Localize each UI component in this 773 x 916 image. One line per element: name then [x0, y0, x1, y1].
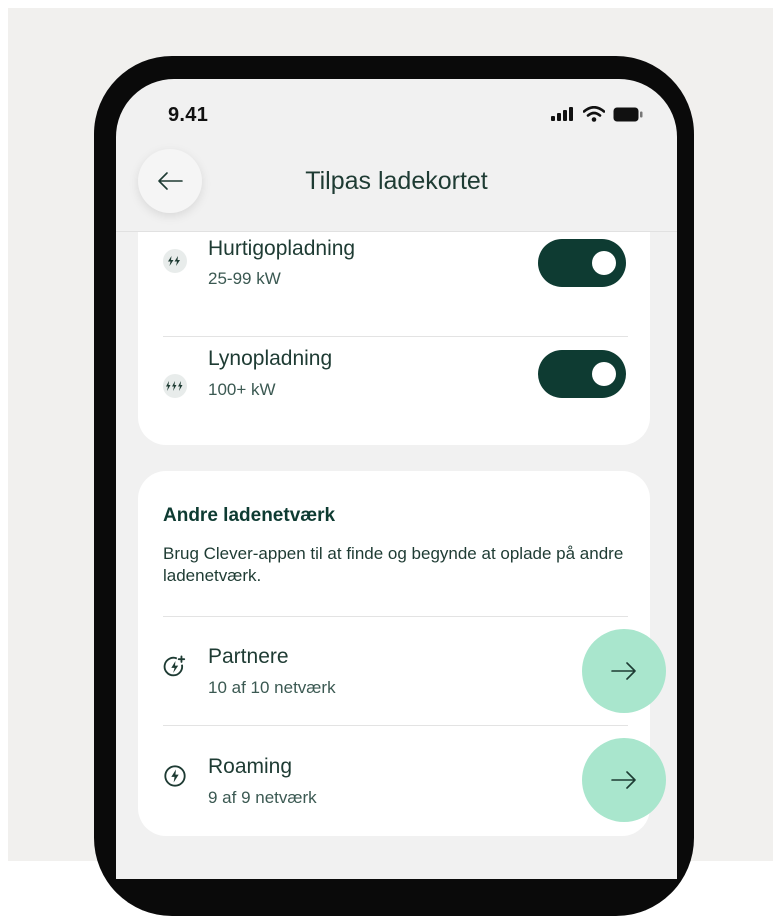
toggle-knob [592, 251, 616, 275]
status-icons [551, 106, 643, 122]
phone-screen: 9.41 Hurtigopladning 25-99 kW Lynopladni… [116, 79, 677, 879]
row-subtitle: 10 af 10 netværk [208, 678, 336, 697]
row-title: Partnere [208, 645, 289, 668]
status-bar: 9.41 [116, 79, 677, 139]
partners-row[interactable]: Partnere 10 af 10 netværk [138, 617, 666, 725]
fast-charging-toggle[interactable] [538, 239, 626, 287]
status-time: 9.41 [168, 104, 209, 126]
lightning-charging-toggle[interactable] [538, 350, 626, 398]
battery-icon [613, 107, 643, 121]
wifi-icon [583, 106, 605, 122]
roaming-row[interactable]: Roaming 9 af 9 netværk [138, 726, 666, 834]
section-description: Brug Clever-appen til at finde og begynd… [163, 544, 624, 585]
row-subtitle: 100+ kW [208, 380, 276, 399]
row-subtitle: 25-99 kW [208, 269, 281, 288]
bolt-circle-icon [163, 764, 187, 788]
toggle-knob [592, 362, 616, 386]
row-subtitle: 9 af 9 netværk [208, 788, 317, 807]
header-bar: Tilpas ladekortet [116, 149, 677, 232]
row-title: Hurtigopladning [208, 237, 356, 260]
partners-arrow-button[interactable] [582, 629, 666, 713]
roaming-arrow-button[interactable] [582, 738, 666, 822]
arrow-right-icon [611, 662, 636, 680]
section-title: Andre ladenetværk [163, 505, 336, 526]
triple-bolt-icon [163, 374, 187, 398]
double-bolt-icon [163, 249, 187, 273]
row-title: Lynopladning [208, 347, 333, 370]
charging-speed-card: Hurtigopladning 25-99 kW Lynopladning 10… [138, 209, 650, 445]
list-item: Lynopladning 100+ kW [138, 337, 650, 445]
page-title: Tilpas ladekortet [305, 167, 488, 195]
arrow-right-icon [611, 771, 636, 789]
signal-icon [551, 107, 573, 121]
other-networks-card: Andre ladenetværk Brug Clever-appen til … [138, 471, 666, 836]
row-title: Roaming [208, 755, 293, 778]
bolt-plus-circle-icon [163, 655, 187, 679]
